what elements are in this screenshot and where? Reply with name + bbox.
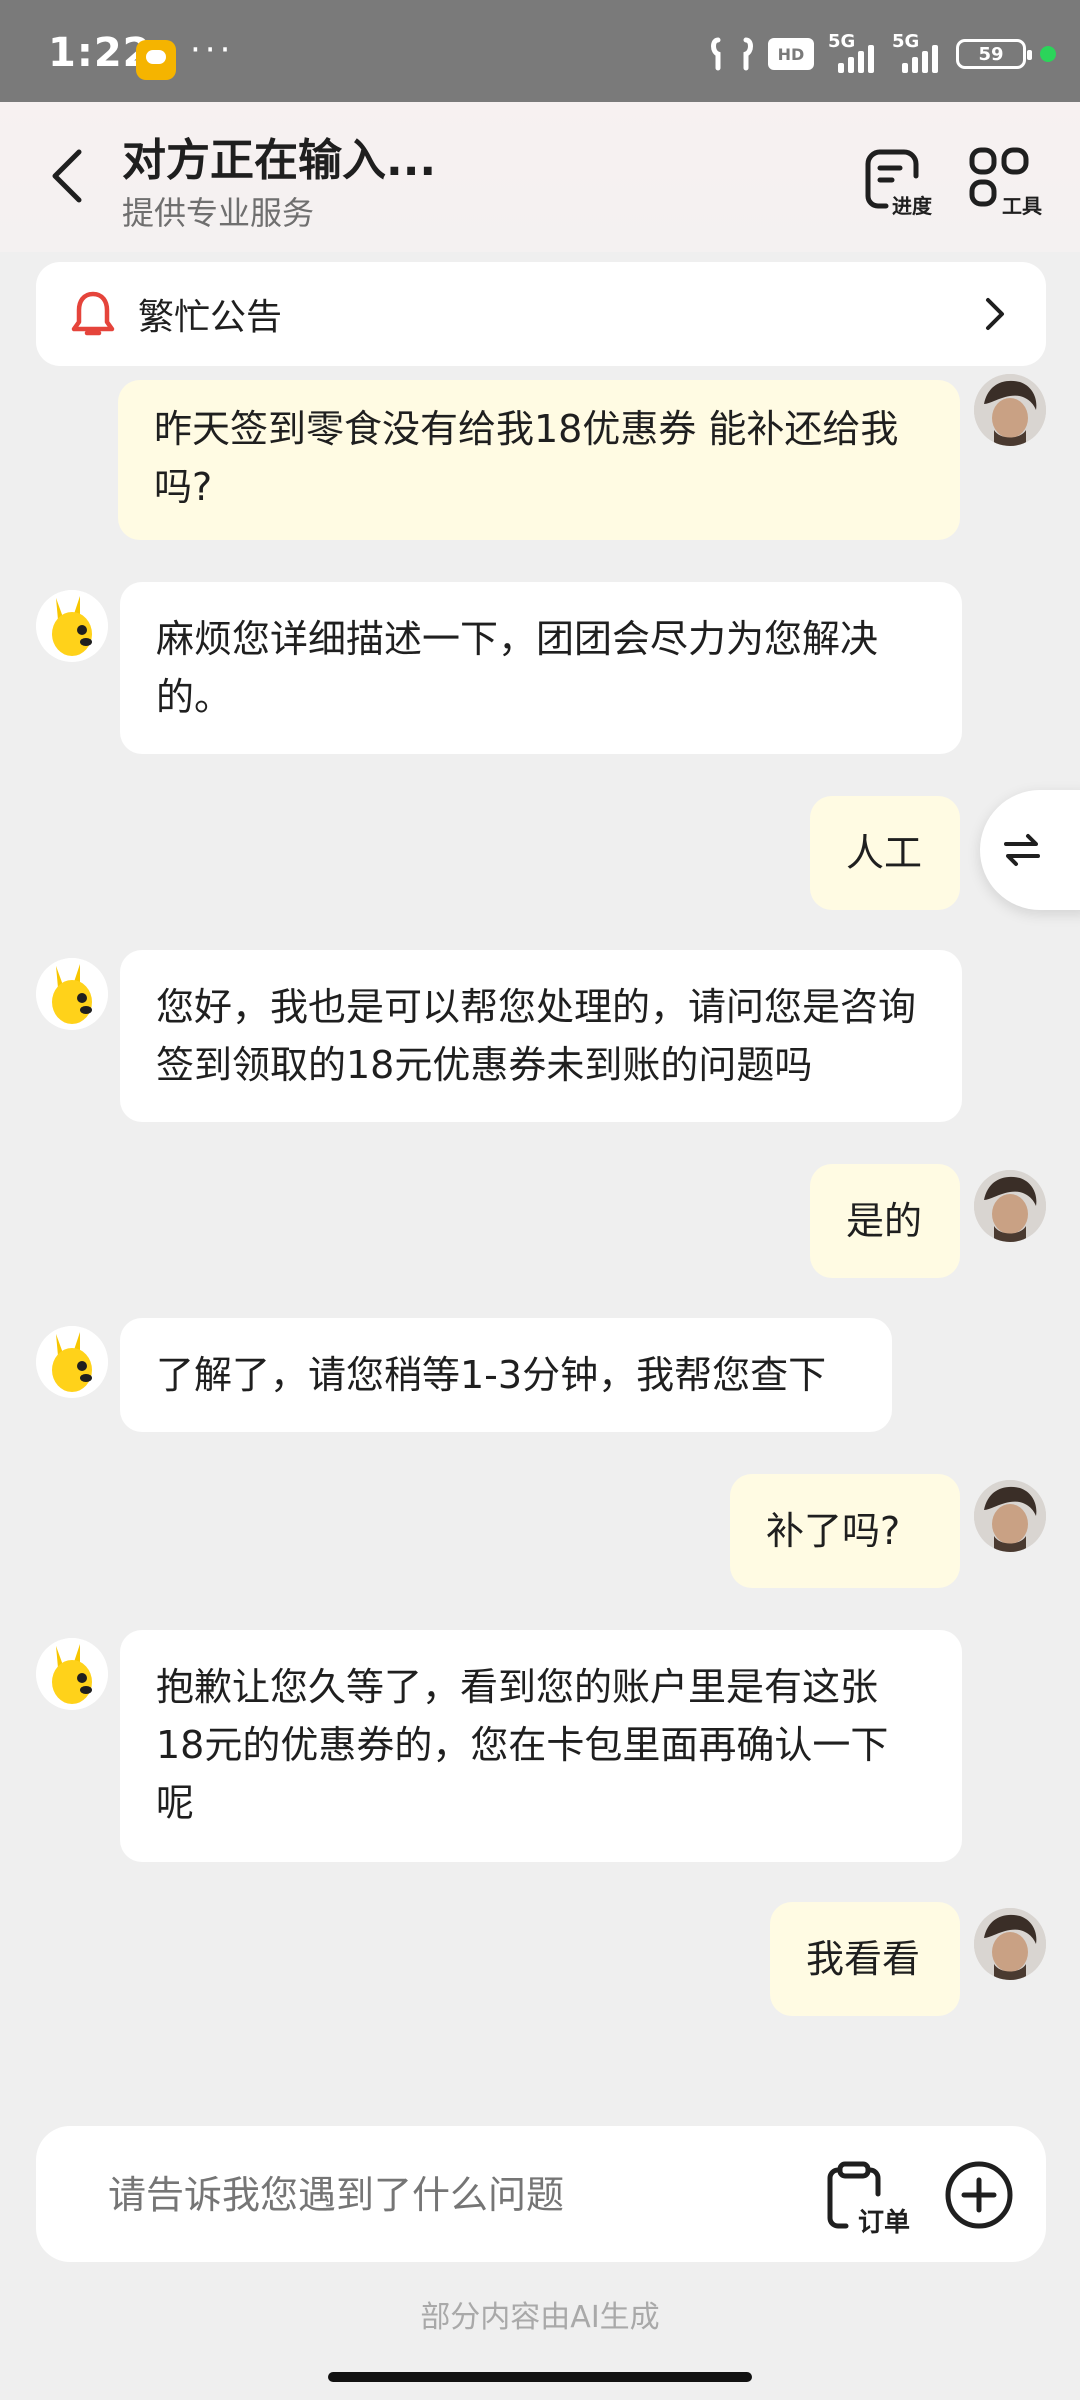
swap-arrows-icon xyxy=(1004,834,1040,866)
kangaroo-mascot-icon xyxy=(36,590,108,662)
user-avatar[interactable] xyxy=(974,1908,1046,1980)
kangaroo-mascot-icon xyxy=(36,1326,108,1398)
status-bar: 1:22 ··· HD 5G 5G 59 xyxy=(0,0,1080,102)
back-button[interactable] xyxy=(36,146,96,206)
meituan-app-icon xyxy=(136,40,176,80)
signal-strength-icon: 5G xyxy=(892,31,942,73)
kangaroo-mascot-icon xyxy=(36,1638,108,1710)
chat-header: 对方正在输入... 提供专业服务 进度 工具 xyxy=(0,102,1080,252)
agent-message: 抱歉让您久等了，看到您的账户里是有这张18元的优惠券的，您在卡包里面再确认一下呢 xyxy=(120,1630,962,1862)
agent-avatar[interactable] xyxy=(36,1638,108,1710)
plus-circle-icon xyxy=(945,2161,1013,2229)
user-avatar-image xyxy=(974,1480,1046,1552)
user-avatar[interactable] xyxy=(974,374,1046,446)
user-avatar[interactable] xyxy=(974,1480,1046,1552)
busy-notice-bar[interactable]: 繁忙公告 xyxy=(36,262,1046,366)
user-message: 人工 xyxy=(810,796,960,910)
message-input[interactable] xyxy=(106,2168,790,2222)
page-subtitle: 提供专业服务 xyxy=(122,194,315,232)
notice-text: 繁忙公告 xyxy=(138,297,283,338)
status-icons: HD 5G 5G 59 xyxy=(710,31,1056,76)
user-message: 是的 xyxy=(810,1164,960,1278)
page-title: 对方正在输入... xyxy=(122,135,437,186)
agent-avatar[interactable] xyxy=(36,590,108,662)
battery-icon: 59 xyxy=(956,39,1032,69)
tools-label: 工具 xyxy=(1002,194,1042,218)
message-input-bar: 订单 xyxy=(36,2126,1046,2262)
chevron-right-icon xyxy=(986,298,1004,330)
user-avatar-image xyxy=(974,1908,1046,1980)
order-button[interactable]: 订单 xyxy=(826,2160,916,2238)
chevron-left-icon xyxy=(52,149,82,203)
user-avatar-image xyxy=(974,1170,1046,1242)
agent-message: 了解了，请您稍等1-3分钟，我帮您查下 xyxy=(120,1318,892,1432)
ai-generated-note: 部分内容由AI生成 xyxy=(420,2300,660,2335)
agent-message: 您好，我也是可以帮您处理的，请问您是咨询签到领取的18元优惠券未到账的问题吗 xyxy=(120,950,962,1122)
kangaroo-mascot-icon xyxy=(36,958,108,1030)
agent-message: 麻烦您详细描述一下，团团会尽力为您解决的。 xyxy=(120,582,962,754)
switch-button[interactable] xyxy=(980,790,1080,910)
agent-avatar[interactable] xyxy=(36,958,108,1030)
agent-avatar[interactable] xyxy=(36,1326,108,1398)
privacy-indicator-dot xyxy=(1040,46,1056,62)
progress-label: 进度 xyxy=(892,194,932,218)
user-message: 补了吗? xyxy=(730,1474,960,1588)
user-avatar-image xyxy=(974,374,1046,446)
order-label: 订单 xyxy=(858,2208,911,2238)
user-message: 昨天签到零食没有给我18优惠券 能补还给我吗? xyxy=(118,380,960,540)
home-indicator[interactable] xyxy=(328,2372,752,2382)
progress-button[interactable]: 进度 xyxy=(862,146,942,218)
hd-voice-icon: HD xyxy=(768,38,814,70)
add-attachment-button[interactable] xyxy=(944,2160,1014,2230)
user-message: 我看看 xyxy=(770,1902,960,2016)
tools-button[interactable]: 工具 xyxy=(968,146,1048,218)
more-notifications-icon: ··· xyxy=(190,30,235,70)
earbuds-icon xyxy=(711,37,753,71)
signal-strength-icon: 5G xyxy=(828,31,878,73)
bell-icon xyxy=(71,291,115,336)
user-avatar[interactable] xyxy=(974,1170,1046,1242)
